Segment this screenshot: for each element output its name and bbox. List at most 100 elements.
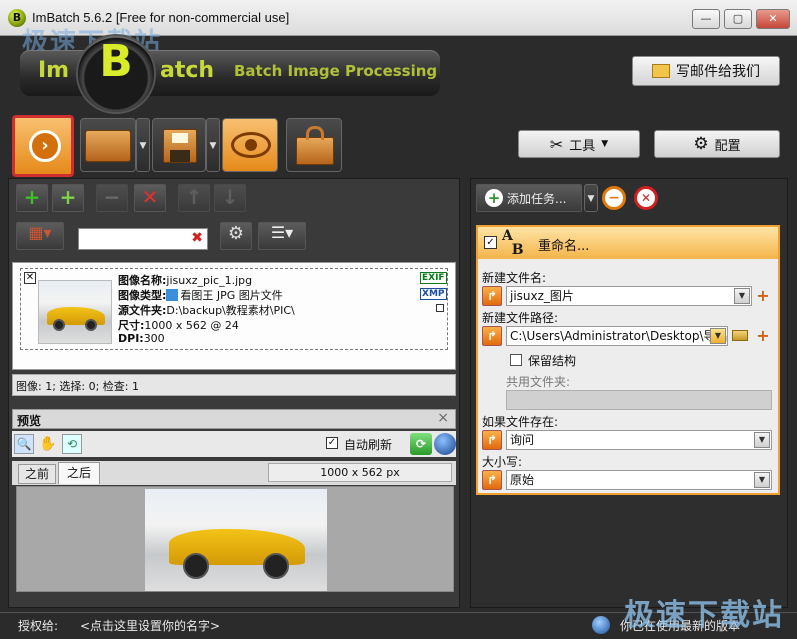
keep-structure-checkbox[interactable] — [510, 354, 522, 366]
add-task-label: 添加任务... — [507, 191, 567, 206]
image-size-value: 1000 x 562 @ 24 — [144, 319, 239, 332]
new-path-input[interactable]: C:\Users\Administrator\Desktop\导出 ▼ — [506, 326, 728, 346]
new-path-label: 新建文件路径: — [482, 311, 559, 325]
tab-after[interactable]: 之后 — [58, 462, 100, 484]
move-down-button[interactable]: ↓ — [214, 184, 246, 212]
add-images-button[interactable]: + — [16, 184, 48, 212]
preview-toggle-button[interactable] — [222, 118, 278, 172]
preview-canvas[interactable] — [16, 486, 454, 592]
refresh-icon[interactable]: ⟳ — [410, 433, 432, 455]
image-size-row: 尺寸:1000 x 562 @ 24 — [118, 319, 239, 332]
play-arrow-icon: › — [29, 130, 61, 162]
email-us-label: 写邮件给我们 — [676, 64, 760, 80]
filter-menu-button[interactable]: ▦▾ — [16, 222, 64, 250]
rename-task-checkbox[interactable]: ✓ — [484, 236, 497, 249]
remove-all-button[interactable]: ✕ — [134, 184, 166, 212]
logo-text-right: atch — [160, 58, 215, 83]
open-folder-button[interactable] — [80, 118, 136, 172]
chevron-down-icon: ▼ — [601, 139, 609, 149]
keep-structure-label: 保留结构 — [528, 354, 577, 368]
new-name-add-icon[interactable]: + — [756, 288, 770, 304]
preview-tabs: 之前 之后 1000 x 562 px — [12, 461, 456, 485]
image-thumbnail — [38, 280, 112, 344]
exif-badge: EXIF — [420, 272, 447, 284]
add-task-dropdown[interactable]: ▼ — [584, 184, 598, 212]
config-button[interactable]: ⚙ 配置 — [654, 130, 780, 158]
close-button[interactable]: ✕ — [756, 9, 790, 29]
browse-folder-icon[interactable] — [732, 330, 748, 341]
shopping-bag-icon — [296, 126, 334, 165]
image-name-value: jisuxz_pic_1.jpg — [166, 274, 253, 287]
preview-image — [145, 489, 327, 591]
view-mode-button[interactable]: ☰▾ — [258, 222, 306, 250]
clear-tasks-icon[interactable]: ✕ — [634, 186, 658, 210]
image-name-row: 图像名称:jisuxz_pic_1.jpg — [118, 274, 253, 287]
add-folder-button[interactable]: + — [52, 184, 84, 212]
chevron-down-icon[interactable]: ▼ — [754, 472, 770, 488]
clear-search-icon[interactable]: ✖ — [191, 230, 203, 246]
image-dpi-row: DPI:300 — [118, 332, 165, 345]
watermark-bottom: 极速下载站 — [624, 598, 784, 633]
folder-icon — [85, 130, 131, 162]
rename-task-header[interactable]: ✓ A B 重命名... — [478, 227, 778, 259]
case-label: 大小写: — [482, 455, 523, 469]
minimize-button[interactable]: — — [692, 9, 720, 29]
save-button[interactable] — [152, 118, 206, 172]
chevron-down-icon[interactable]: ▼ — [754, 432, 770, 448]
image-select-checkbox[interactable]: ✕ — [24, 272, 36, 284]
zoom-icon[interactable]: 🔍 — [14, 434, 34, 454]
logo-tagline: Batch Image Processing — [234, 62, 438, 80]
rename-ab-icon: A B — [502, 228, 524, 258]
new-name-input[interactable]: jisuxz_图片 ▼ — [506, 286, 752, 306]
new-name-macro-button[interactable]: ↱ — [482, 286, 502, 306]
shop-button[interactable] — [286, 118, 342, 172]
case-select[interactable]: 原始 ▼ — [506, 470, 772, 490]
hand-pan-icon[interactable]: ✋ — [38, 434, 58, 454]
open-folder-dropdown[interactable]: ▼ — [136, 118, 150, 172]
preview-title: 预览 — [17, 414, 42, 428]
shared-folder-label: 共用文件夹: — [506, 375, 571, 389]
auto-refresh-label: 自动刷新 — [344, 438, 393, 452]
tools-label: 工具 — [569, 138, 596, 154]
case-macro-button[interactable]: ↱ — [482, 470, 502, 490]
new-path-macro-button[interactable]: ↱ — [482, 326, 502, 346]
image-source-value: D:\backup\教程素材\PIC\ — [166, 304, 295, 317]
chevron-down-icon[interactable]: ▼ — [710, 328, 726, 344]
auto-refresh-checkbox[interactable]: ✓ — [326, 437, 338, 449]
search-input[interactable]: ✖ — [78, 228, 208, 250]
remove-task-icon[interactable]: − — [602, 186, 626, 210]
license-label: 授权给: — [18, 619, 59, 633]
config-label: 配置 — [714, 138, 741, 154]
tools-menu-button[interactable]: ✂ 工具 ▼ — [518, 130, 640, 158]
wrench-icon: ✂ — [549, 134, 564, 154]
if-exists-macro-button[interactable]: ↱ — [482, 430, 502, 450]
gear-icon: ⚙ — [693, 134, 709, 154]
license-name-link[interactable]: <点击这里设置你的名字> — [80, 617, 220, 634]
chevron-down-icon[interactable]: ▼ — [734, 288, 750, 304]
expand-icon[interactable] — [436, 304, 444, 312]
globe-icon[interactable] — [434, 433, 456, 455]
add-circle-icon: + — [485, 189, 503, 207]
save-dropdown[interactable]: ▼ — [206, 118, 220, 172]
if-exists-label: 如果文件存在: — [482, 415, 559, 429]
new-path-add-icon[interactable]: + — [756, 328, 770, 344]
run-batch-button[interactable]: › — [12, 115, 74, 177]
image-type-row: 图像类型: 看图王 JPG 图片文件 — [118, 289, 283, 302]
fit-view-icon[interactable]: ⟲ — [62, 434, 82, 454]
image-source-row: 源文件夹:D:\backup\教程素材\PIC\ — [118, 304, 295, 317]
preview-close-icon[interactable]: × — [437, 410, 449, 426]
maximize-button[interactable]: ▢ — [724, 9, 752, 29]
preview-dimensions: 1000 x 562 px — [268, 463, 452, 482]
image-type-value: 看图王 JPG 图片文件 — [180, 289, 283, 302]
email-us-button[interactable]: 写邮件给我们 — [632, 56, 780, 86]
remove-image-button[interactable]: − — [96, 184, 128, 212]
settings-gear-button[interactable]: ⚙ — [220, 222, 252, 250]
shared-folder-input[interactable] — [506, 390, 772, 410]
preview-header: 预览 × — [12, 409, 456, 429]
image-count-status: 图像: 1; 选择: 0; 检查: 1 — [16, 380, 140, 393]
move-up-button[interactable]: ↑ — [178, 184, 210, 212]
if-exists-select[interactable]: 询问 ▼ — [506, 430, 772, 450]
tab-before[interactable]: 之前 — [18, 464, 56, 484]
envelope-icon — [652, 64, 670, 78]
add-task-button[interactable]: + 添加任务... — [476, 184, 582, 212]
